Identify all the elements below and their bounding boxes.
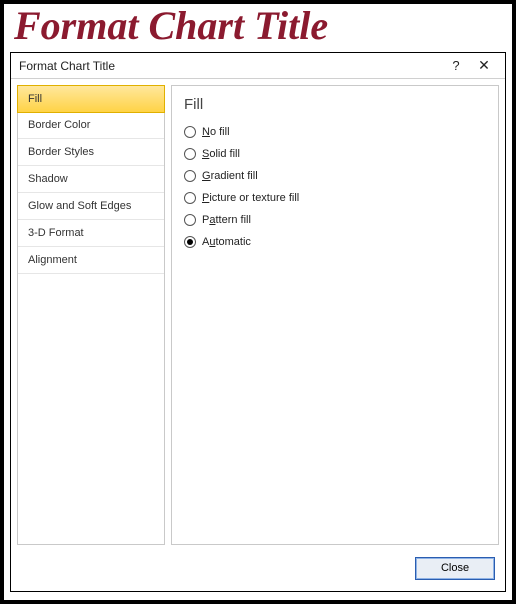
sidebar-item-shadow[interactable]: Shadow: [18, 166, 164, 193]
radio-label: Picture or texture fill: [202, 192, 299, 204]
radio-label: No fill: [202, 126, 230, 138]
sidebar-item-label: Border Styles: [28, 146, 94, 158]
radio-label: Solid fill: [202, 148, 240, 160]
radio-no-fill[interactable]: No fill: [184, 123, 486, 141]
sidebar-item-label: 3-D Format: [28, 227, 84, 239]
radio-icon: [184, 170, 196, 182]
panel-title: Fill: [184, 96, 486, 113]
dialog-title: Format Chart Title: [19, 59, 115, 73]
close-button[interactable]: Close: [415, 557, 495, 580]
radio-icon: [184, 214, 196, 226]
category-sidebar: Fill Border Color Border Styles Shadow G…: [17, 85, 165, 545]
radio-label: Gradient fill: [202, 170, 258, 182]
radio-gradient-fill[interactable]: Gradient fill: [184, 167, 486, 185]
sidebar-item-3d-format[interactable]: 3-D Format: [18, 220, 164, 247]
radio-picture-texture-fill[interactable]: Picture or texture fill: [184, 189, 486, 207]
fill-panel: Fill No fill Solid fill Gradient fill Pi…: [171, 85, 499, 545]
radio-label: Pattern fill: [202, 214, 251, 226]
sidebar-item-label: Fill: [28, 93, 42, 105]
sidebar-item-label: Glow and Soft Edges: [28, 200, 131, 212]
radio-automatic[interactable]: Automatic: [184, 233, 486, 251]
page-banner: Format Chart Title: [4, 4, 512, 50]
radio-label: Automatic: [202, 236, 251, 248]
sidebar-item-border-styles[interactable]: Border Styles: [18, 139, 164, 166]
sidebar-item-glow-soft-edges[interactable]: Glow and Soft Edges: [18, 193, 164, 220]
sidebar-item-label: Alignment: [28, 254, 77, 266]
radio-icon: [184, 148, 196, 160]
sidebar-item-border-color[interactable]: Border Color: [18, 112, 164, 139]
radio-icon: [184, 236, 196, 248]
radio-solid-fill[interactable]: Solid fill: [184, 145, 486, 163]
radio-icon: [184, 192, 196, 204]
help-button[interactable]: ?: [443, 58, 469, 73]
dialog-footer: Close: [11, 551, 505, 591]
sidebar-item-label: Shadow: [28, 173, 68, 185]
sidebar-item-fill[interactable]: Fill: [17, 85, 165, 113]
radio-pattern-fill[interactable]: Pattern fill: [184, 211, 486, 229]
format-chart-title-dialog: Format Chart Title ? ✕ Fill Border Color…: [10, 52, 506, 592]
sidebar-item-alignment[interactable]: Alignment: [18, 247, 164, 274]
radio-icon: [184, 126, 196, 138]
window-close-button[interactable]: ✕: [469, 57, 499, 74]
dialog-body: Fill Border Color Border Styles Shadow G…: [11, 79, 505, 551]
dialog-titlebar: Format Chart Title ? ✕: [11, 53, 505, 79]
sidebar-item-label: Border Color: [28, 119, 90, 131]
